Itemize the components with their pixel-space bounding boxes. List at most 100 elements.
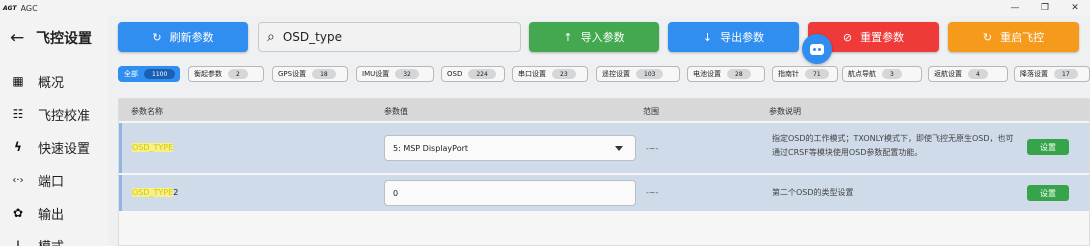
sidebar-item-calibration[interactable]: ☷ 飞控校准 xyxy=(10,105,91,124)
search-highlight: OSD_TYPE xyxy=(132,188,174,197)
chip-category[interactable]: 遥控设置 103 xyxy=(596,66,680,82)
reset-label: 重置参数 xyxy=(860,31,905,44)
sidebar-item-label: 飞控校准 xyxy=(38,108,91,124)
chip-count: 23 xyxy=(552,69,576,79)
bolt-icon: ϟ xyxy=(14,140,22,154)
chip-category[interactable]: OSD 224 xyxy=(441,66,505,82)
sidebar-item-overview[interactable]: ▦ 概况 xyxy=(10,72,65,91)
chip-count: 3 xyxy=(882,69,902,79)
sidebar-item-ports[interactable]: ‹·› 端口 xyxy=(10,171,64,190)
chip-label: 遥控设置 xyxy=(602,70,630,78)
param-value-input[interactable]: 0 xyxy=(384,180,636,206)
chip-category[interactable]: 返航设置 4 xyxy=(928,66,1008,82)
search-input[interactable] xyxy=(282,30,483,44)
gear-icon: ✿ xyxy=(12,206,24,220)
arrow-up-icon: ↑ xyxy=(563,30,573,44)
header-range: 范围 xyxy=(643,107,659,116)
export-label: 导出参数 xyxy=(720,31,765,44)
reboot-button[interactable]: ↻ 重启飞控 xyxy=(948,22,1079,52)
sidebar-item-mode[interactable]: ⊥ 模式 xyxy=(10,236,65,246)
minimize-button[interactable]: — xyxy=(1000,0,1030,16)
set-button[interactable]: 设置 xyxy=(1027,185,1069,201)
set-button[interactable]: 设置 xyxy=(1027,139,1069,155)
param-name: OSD_TYPE2 xyxy=(132,188,178,197)
chip-category[interactable]: 指南针 71 xyxy=(772,66,838,82)
param-name: OSD_TYPE xyxy=(132,143,174,152)
chip-label: 衡起参数 xyxy=(194,70,222,78)
robot-icon xyxy=(810,43,824,55)
arrow-down-icon: ↓ xyxy=(702,30,713,44)
param-range: -~- xyxy=(646,144,659,153)
param-description: 第二个OSD的类型设置 xyxy=(772,188,854,197)
back-arrow-icon[interactable]: ← xyxy=(10,28,30,48)
back-row: ← 飞控设置 xyxy=(10,28,92,48)
chip-count: 4 xyxy=(968,69,988,79)
chip-label: OSD xyxy=(447,70,463,78)
chip-count: 32 xyxy=(395,69,419,79)
import-button[interactable]: ↑ 导入参数 xyxy=(529,22,659,52)
grid-icon: ▦ xyxy=(12,74,24,88)
sidebar-item-quick-setup[interactable]: ϟ 快速设置 xyxy=(10,138,91,157)
chip-label: 全部 xyxy=(124,70,138,78)
chip-label: 航点导航 xyxy=(848,70,876,78)
page-title: 飞控设置 xyxy=(36,31,92,47)
chip-count: 1100 xyxy=(144,69,176,79)
chip-label: 降落设置 xyxy=(1020,70,1048,78)
chip-count: 103 xyxy=(636,69,664,79)
chip-label: 返航设置 xyxy=(934,70,962,78)
export-button[interactable]: ↓ 导出参数 xyxy=(668,22,799,52)
table-header: 参数名称 参数值 范围 参数说明 xyxy=(119,99,1089,121)
refresh-button[interactable]: ↻ 刷新参数 xyxy=(118,22,248,52)
sidebar: ← 飞控设置 ▦ 概况 ☷ 飞控校准 ϟ 快速设置 ‹·› 端口 ✿ 输出 ⊥ … xyxy=(0,16,108,246)
sidebar-item-label: 快速设置 xyxy=(38,141,91,157)
chip-label: 电池设置 xyxy=(693,70,721,78)
refresh-icon: ↻ xyxy=(152,30,162,44)
chevron-down-icon xyxy=(615,146,623,151)
param-range: -~- xyxy=(646,188,659,197)
select-value: 5: MSP DisplayPort xyxy=(393,143,469,153)
header-desc: 参数说明 xyxy=(769,107,801,116)
header-name: 参数名称 xyxy=(131,107,163,116)
sidebar-item-output[interactable]: ✿ 输出 xyxy=(10,204,65,223)
chip-category[interactable]: 电池设置 28 xyxy=(687,66,765,82)
mode-icon: ⊥ xyxy=(12,238,24,246)
app-logo: AGT xyxy=(3,4,17,12)
chip-label: 指南针 xyxy=(778,70,799,78)
sidebar-item-label: 概况 xyxy=(38,75,65,91)
chip-count: 18 xyxy=(312,69,336,79)
search-highlight: OSD_TYPE xyxy=(132,143,174,152)
params-table: 参数名称 参数值 范围 参数说明 OSD_TYPE 5: MSP Display… xyxy=(118,98,1090,246)
sliders-icon: ☷ xyxy=(12,107,24,121)
chip-category[interactable]: IMU设置 32 xyxy=(356,66,434,82)
table-row[interactable]: OSD_TYPE2 0 -~- 第二个OSD的类型设置 设置 xyxy=(119,175,1089,211)
window-controls: — ❐ ✕ xyxy=(1000,0,1090,16)
chip-category[interactable]: 航点导航 3 xyxy=(842,66,922,82)
close-button[interactable]: ✕ xyxy=(1060,0,1090,16)
chip-category[interactable]: 串口设置 23 xyxy=(512,66,588,82)
chip-category[interactable]: 衡起参数 2 xyxy=(188,66,264,82)
category-chips: 全部 1100 衡起参数 2 GPS设置 18 IMU设置 32 OSD 224… xyxy=(118,66,1090,82)
param-description: 指定OSD的工作模式；TXONLY模式下，即使飞控无原生OSD，也可通过CRSF… xyxy=(772,134,1014,157)
header-value: 参数值 xyxy=(384,107,408,116)
port-icon: ‹·› xyxy=(12,174,24,186)
chip-count: 28 xyxy=(727,69,751,79)
chip-category[interactable]: GPS设置 18 xyxy=(272,66,348,82)
assistant-robot-button[interactable] xyxy=(802,34,832,64)
sidebar-item-label: 输出 xyxy=(38,207,65,223)
search-box[interactable]: ⌕ xyxy=(258,22,521,52)
chip-category[interactable]: 降落设置 17 xyxy=(1014,66,1090,82)
param-name-suffix: 2 xyxy=(173,188,179,197)
chip-count: 2 xyxy=(228,69,248,79)
maximize-button[interactable]: ❐ xyxy=(1030,0,1060,16)
chip-count: 71 xyxy=(805,69,829,79)
chip-all[interactable]: 全部 1100 xyxy=(118,66,180,82)
chip-label: GPS设置 xyxy=(278,70,307,78)
app-title: AGC xyxy=(20,3,38,13)
table-row[interactable]: OSD_TYPE 5: MSP DisplayPort -~- 指定OSD的工作… xyxy=(119,123,1089,173)
chip-label: IMU设置 xyxy=(362,70,390,78)
param-value-select[interactable]: 5: MSP DisplayPort xyxy=(384,135,636,161)
refresh-label: 刷新参数 xyxy=(169,31,214,44)
chip-count: 17 xyxy=(1054,69,1078,79)
main-content: ↻ 刷新参数 ⌕ ↑ 导入参数 ↓ 导出参数 ⊘ 重置参数 ↻ 重启飞控 全部 … xyxy=(108,16,1090,246)
power-icon: ↻ xyxy=(982,30,993,44)
